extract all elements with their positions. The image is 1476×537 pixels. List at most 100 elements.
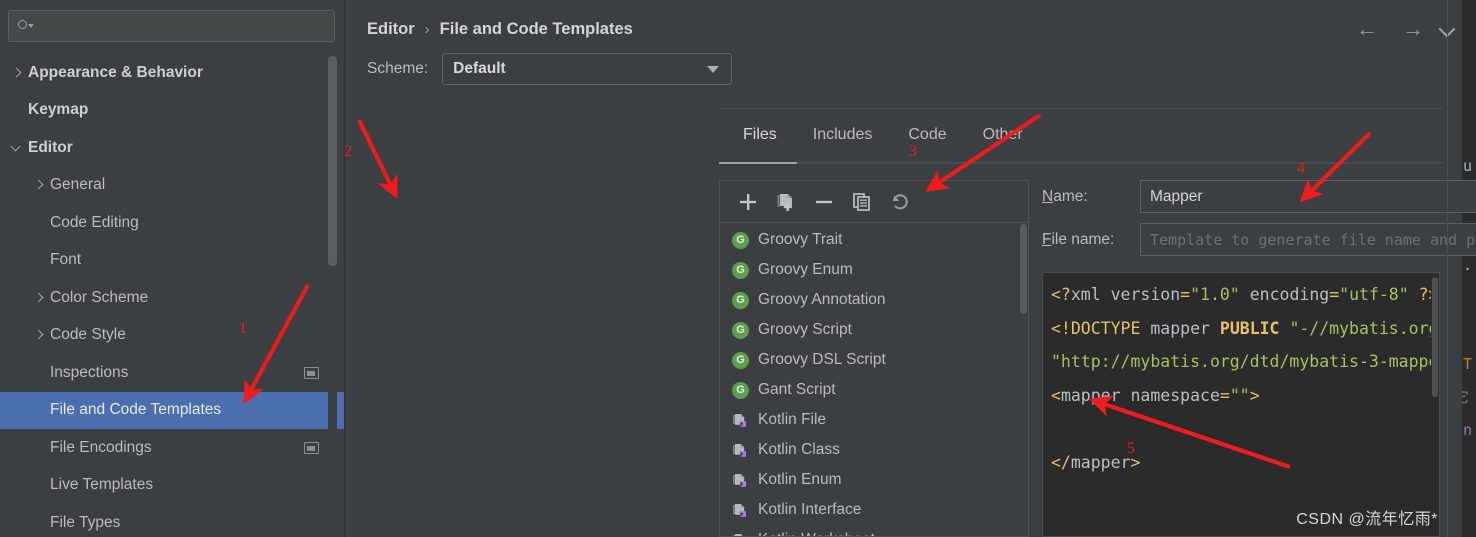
no-chevron: [10, 103, 24, 117]
sidebar-item-general[interactable]: General: [0, 167, 345, 205]
list-item-label: Groovy DSL Script: [758, 351, 886, 368]
back-arrow-icon[interactable]: ←: [1356, 18, 1378, 40]
chevron-down-icon[interactable]: [10, 141, 24, 155]
page-title: File and Code Templates: [439, 20, 633, 38]
list-item[interactable]: G Groovy DSL Script: [720, 345, 1028, 375]
list-item-label: Kotlin Enum: [758, 471, 842, 488]
groovy-icon: G: [732, 231, 749, 249]
chevron-right-icon[interactable]: [32, 178, 46, 192]
chevron-right-icon[interactable]: [32, 328, 46, 342]
search-box[interactable]: [8, 10, 335, 42]
tab-includes[interactable]: Includes: [795, 126, 891, 152]
sidebar-item-file-types[interactable]: File Types: [0, 504, 345, 537]
sidebar-scrollbar[interactable]: [328, 56, 337, 526]
list-item[interactable]: Kotlin Enum: [720, 465, 1028, 495]
tab-files[interactable]: Files: [725, 126, 795, 152]
reset-icon: [893, 193, 908, 209]
list-item-label: Groovy Enum: [758, 261, 853, 278]
list-item[interactable]: G Groovy Enum: [720, 255, 1028, 285]
sidebar-item-label: Code Editing: [50, 213, 139, 231]
list-item[interactable]: G Groovy Script: [720, 315, 1028, 345]
kotlin-icon: [732, 412, 749, 429]
scheme-row: Scheme: Default: [345, 39, 1462, 85]
add-template-button[interactable]: [730, 185, 766, 219]
reset-template-button[interactable]: [882, 185, 918, 219]
scheme-dropdown[interactable]: Default: [442, 53, 733, 85]
code-editor-content: <?xml version="1.0" encoding="utf-8" ?> …: [1051, 285, 1439, 472]
sidebar-item-code-style[interactable]: Code Style: [0, 317, 345, 355]
groovy-icon: G: [732, 261, 749, 279]
tab-code[interactable]: Code: [890, 126, 964, 152]
sidebar-item-label: Inspections: [50, 363, 129, 381]
breadcrumb-separator-icon: ›: [424, 21, 430, 38]
sidebar-item-label: Keymap: [28, 101, 89, 119]
sidebar-item-live-templates[interactable]: Live Templates: [0, 467, 345, 505]
sidebar-item-appearance-behavior[interactable]: Appearance & Behavior: [0, 54, 345, 92]
list-item-label: Groovy Trait: [758, 231, 843, 248]
sidebar-item-keymap[interactable]: Keymap: [0, 92, 345, 130]
groovy-icon: G: [732, 381, 749, 399]
sidebar-item-color-scheme[interactable]: Color Scheme: [0, 279, 345, 317]
sidebar-item-code-editing[interactable]: Code Editing: [0, 204, 345, 242]
sidebar-item-file-and-code-templates[interactable]: File and Code Templates: [0, 391, 345, 429]
file-name-label: File name:: [1042, 230, 1115, 248]
breadcrumb: Editor › File and Code Templates: [345, 0, 1462, 39]
sidebar-item-inspections[interactable]: Inspections: [0, 354, 345, 392]
scheme-value: Default: [453, 60, 506, 77]
sidebar-item-font[interactable]: Font: [0, 242, 345, 280]
sidebar-item-label: File Encodings: [50, 438, 152, 456]
remove-template-button[interactable]: [806, 185, 842, 219]
sidebar-item-file-encodings[interactable]: File Encodings: [0, 429, 345, 467]
forward-arrow-icon[interactable]: →: [1402, 18, 1424, 40]
duplicate-template-button[interactable]: [844, 185, 880, 219]
code-editor-scrollbar[interactable]: [1431, 273, 1439, 536]
watermark: CSDN @流年忆雨*: [1296, 511, 1438, 528]
copy-template-button[interactable]: [768, 185, 804, 219]
file-name-row: File name: Template to generate file nam…: [1042, 223, 1476, 256]
kotlin-icon: [732, 442, 749, 459]
kotlin-icon: [732, 472, 749, 489]
copy-template-icon: [777, 193, 792, 211]
chevron-right-icon[interactable]: [10, 66, 24, 80]
list-item[interactable]: Kotlin Class: [720, 435, 1028, 465]
chevron-down-icon[interactable]: [1438, 22, 1458, 36]
list-item[interactable]: G Gant Script: [720, 375, 1028, 405]
search-icon: [17, 18, 34, 34]
name-input[interactable]: Mapper: [1140, 180, 1476, 213]
chevron-right-icon[interactable]: [32, 291, 46, 305]
plus-icon: [740, 193, 756, 210]
duplicate-icon: [853, 192, 870, 211]
template-form: Name: Mapper Extension: xml File name: T…: [1042, 180, 1476, 266]
list-item[interactable]: G Groovy Annotation: [720, 285, 1028, 315]
name-input-value: Mapper: [1150, 187, 1203, 205]
sidebar-item-editor[interactable]: Editor: [0, 129, 345, 167]
settings-content: Editor › File and Code Templates ← → Sch…: [345, 0, 1476, 537]
settings-dialog: Appearance & Behavior Keymap Editor Gene…: [0, 0, 1476, 537]
code-editor-scrollbar-thumb[interactable]: [1432, 277, 1438, 397]
list-item-label: Groovy Script: [758, 321, 852, 338]
tab-other[interactable]: Other: [965, 126, 1041, 152]
list-item[interactable]: G Groovy Trait: [720, 225, 1028, 255]
scheme-label: Scheme:: [367, 60, 429, 77]
name-label: Name:: [1042, 187, 1088, 205]
tabs-underline: [719, 162, 1442, 164]
settings-tree: Appearance & Behavior Keymap Editor Gene…: [0, 54, 345, 537]
sidebar-scrollbar-thumb[interactable]: [328, 56, 337, 266]
list-item[interactable]: Kotlin File: [720, 405, 1028, 435]
sidebar-item-label: File and Code Templates: [50, 401, 222, 419]
list-item[interactable]: Kotlin Interface: [720, 495, 1028, 525]
sidebar-item-label: Color Scheme: [50, 288, 149, 306]
template-list-scrollbar-thumb[interactable]: [1020, 224, 1027, 314]
breadcrumb-editor[interactable]: Editor: [367, 20, 415, 39]
list-item-label: Kotlin Interface: [758, 501, 862, 518]
window-icon: [304, 366, 319, 379]
list-item[interactable]: Kotlin Worksheet: [720, 525, 1028, 536]
chevron-down-icon[interactable]: [707, 66, 720, 73]
sidebar-item-label: General: [50, 176, 106, 194]
file-name-input[interactable]: Template to generate file name and path …: [1140, 223, 1476, 256]
code-editor[interactable]: <?xml version="1.0" encoding="utf-8" ?> …: [1042, 272, 1440, 537]
template-tabs: Files Includes Code Other: [345, 110, 1462, 152]
search-input[interactable]: [37, 18, 326, 34]
settings-sidebar: Appearance & Behavior Keymap Editor Gene…: [0, 0, 345, 537]
template-list-scrollbar[interactable]: [1020, 224, 1028, 536]
